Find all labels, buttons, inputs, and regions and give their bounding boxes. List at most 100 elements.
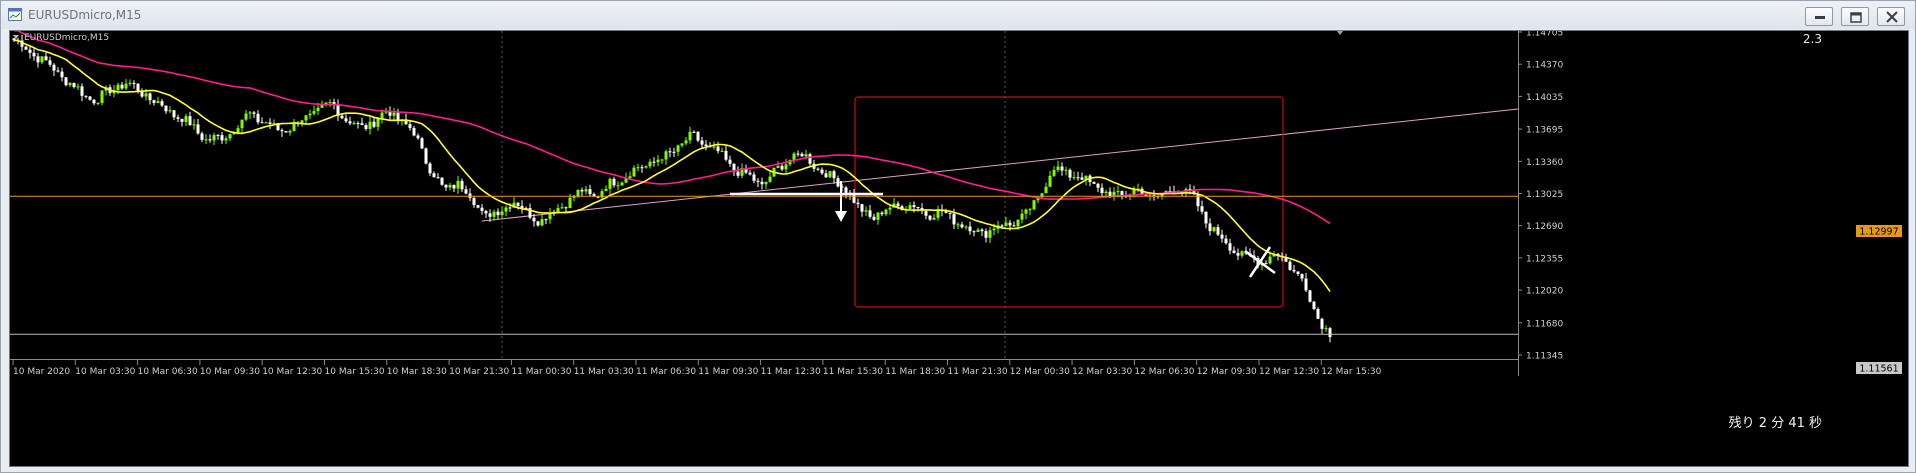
candle-body (260, 122, 264, 124)
candle-body (880, 212, 884, 215)
candle-body (116, 84, 120, 91)
candle-body (208, 139, 212, 141)
candle-body (420, 138, 424, 149)
candle-body (480, 207, 484, 211)
candle-body (768, 176, 772, 182)
candle-body (668, 151, 672, 153)
candle-body (628, 176, 632, 179)
close-button[interactable] (1877, 7, 1905, 26)
candle-body (176, 117, 180, 119)
candle-body (412, 128, 416, 136)
candle-body (912, 205, 916, 208)
time-tick-label: 10 Mar 09:30 (200, 367, 260, 377)
candle-body (484, 210, 488, 214)
candle-body (684, 140, 688, 144)
candle-body (956, 224, 960, 226)
candle-body (432, 173, 436, 178)
time-tick-label: 12 Mar 03:30 (1072, 367, 1132, 377)
time-tick-label: 11 Mar 12:30 (761, 367, 821, 377)
candle-body (180, 118, 184, 122)
candle-body (1000, 225, 1004, 227)
candle-body (820, 169, 824, 174)
candle-body (464, 189, 468, 194)
candle-body (60, 71, 64, 78)
highlight-rectangle[interactable] (854, 96, 1284, 308)
candle-body (248, 112, 252, 114)
candle-body (588, 189, 592, 195)
candle-body (192, 124, 196, 126)
candle-body (500, 211, 504, 216)
candle-body (1296, 271, 1300, 275)
candle-body (1132, 189, 1136, 195)
candle-body (728, 159, 732, 164)
chart-shift-icon[interactable] (1336, 30, 1344, 35)
candle-body (1092, 181, 1096, 184)
candle-body (1292, 269, 1296, 272)
candle-body (608, 178, 612, 189)
trend-line[interactable] (481, 108, 1519, 222)
candle-body (564, 207, 568, 209)
candle-body (1008, 222, 1012, 226)
candle-body (28, 49, 32, 53)
candle-body (1104, 191, 1108, 194)
candle-body (780, 165, 784, 170)
price-tick-label: 1.14705 (1526, 31, 1563, 39)
price-tick-label: 1.12355 (1526, 254, 1563, 264)
candle-body (120, 84, 124, 89)
window-titlebar[interactable]: EURUSDmicro,M15 (1, 1, 1915, 29)
candle-body (48, 60, 52, 65)
restore-button[interactable] (1841, 7, 1869, 26)
candle-body (640, 167, 644, 169)
candle-body (604, 188, 608, 192)
candle-body (224, 138, 228, 141)
candle-body (816, 168, 820, 170)
candle-body (908, 205, 912, 209)
candle-body (220, 135, 224, 141)
candle-body (972, 231, 976, 233)
candle-body (68, 82, 72, 86)
time-tick-label: 11 Mar 09:30 (698, 367, 758, 377)
symbol-label: EURUSDmicro,M15 (24, 33, 109, 43)
window-title: EURUSDmicro,M15 (28, 8, 142, 22)
candle-body (284, 131, 288, 133)
candle-body (1032, 200, 1036, 210)
candle-body (492, 211, 496, 217)
candle-body (488, 213, 492, 217)
candlestick-chart[interactable]: 1.14705 1.14370 1.14035 1.13695 1.13360 1.130… (10, 29, 1908, 466)
candle-body (988, 230, 992, 238)
candle-body (392, 112, 396, 116)
time-tick-label: 11 Mar 03:30 (574, 367, 634, 377)
candle-body (1056, 166, 1060, 170)
fast-moving-average-line (13, 39, 1331, 293)
candle-body (784, 164, 788, 170)
candle-body (928, 215, 932, 220)
candle-body (1204, 211, 1208, 224)
candle-body (240, 119, 244, 129)
candle-body (144, 93, 148, 97)
candle-body (24, 46, 28, 50)
time-tick-label: 12 Mar 09:30 (1197, 367, 1257, 377)
candle-body (644, 166, 648, 168)
candle-body (1052, 169, 1056, 176)
candle-body (88, 96, 92, 100)
candle-body (124, 83, 128, 89)
candle-body (804, 154, 808, 157)
candle-body (1012, 225, 1016, 227)
candle-body (864, 210, 868, 212)
candle-body (256, 113, 260, 123)
candle-body (992, 228, 996, 231)
time-tick-label: 11 Mar 00:30 (511, 367, 571, 377)
candle-body (472, 197, 476, 206)
price-tick-label: 1.14035 (1526, 93, 1563, 103)
time-tick-label: 10 Mar 06:30 (138, 367, 198, 377)
candle-body (316, 107, 320, 112)
candle-body (200, 133, 204, 140)
candle-body (436, 177, 440, 179)
minimize-button[interactable] (1805, 7, 1833, 26)
candle-body (872, 216, 876, 220)
candle-body (1004, 222, 1008, 227)
candle-body (544, 219, 548, 221)
candle-body (216, 135, 220, 137)
price-chart[interactable]: 1.14705 1.14370 1.14035 1.13695 1.13360 1.130… (9, 29, 1909, 467)
candle-body (612, 178, 616, 186)
